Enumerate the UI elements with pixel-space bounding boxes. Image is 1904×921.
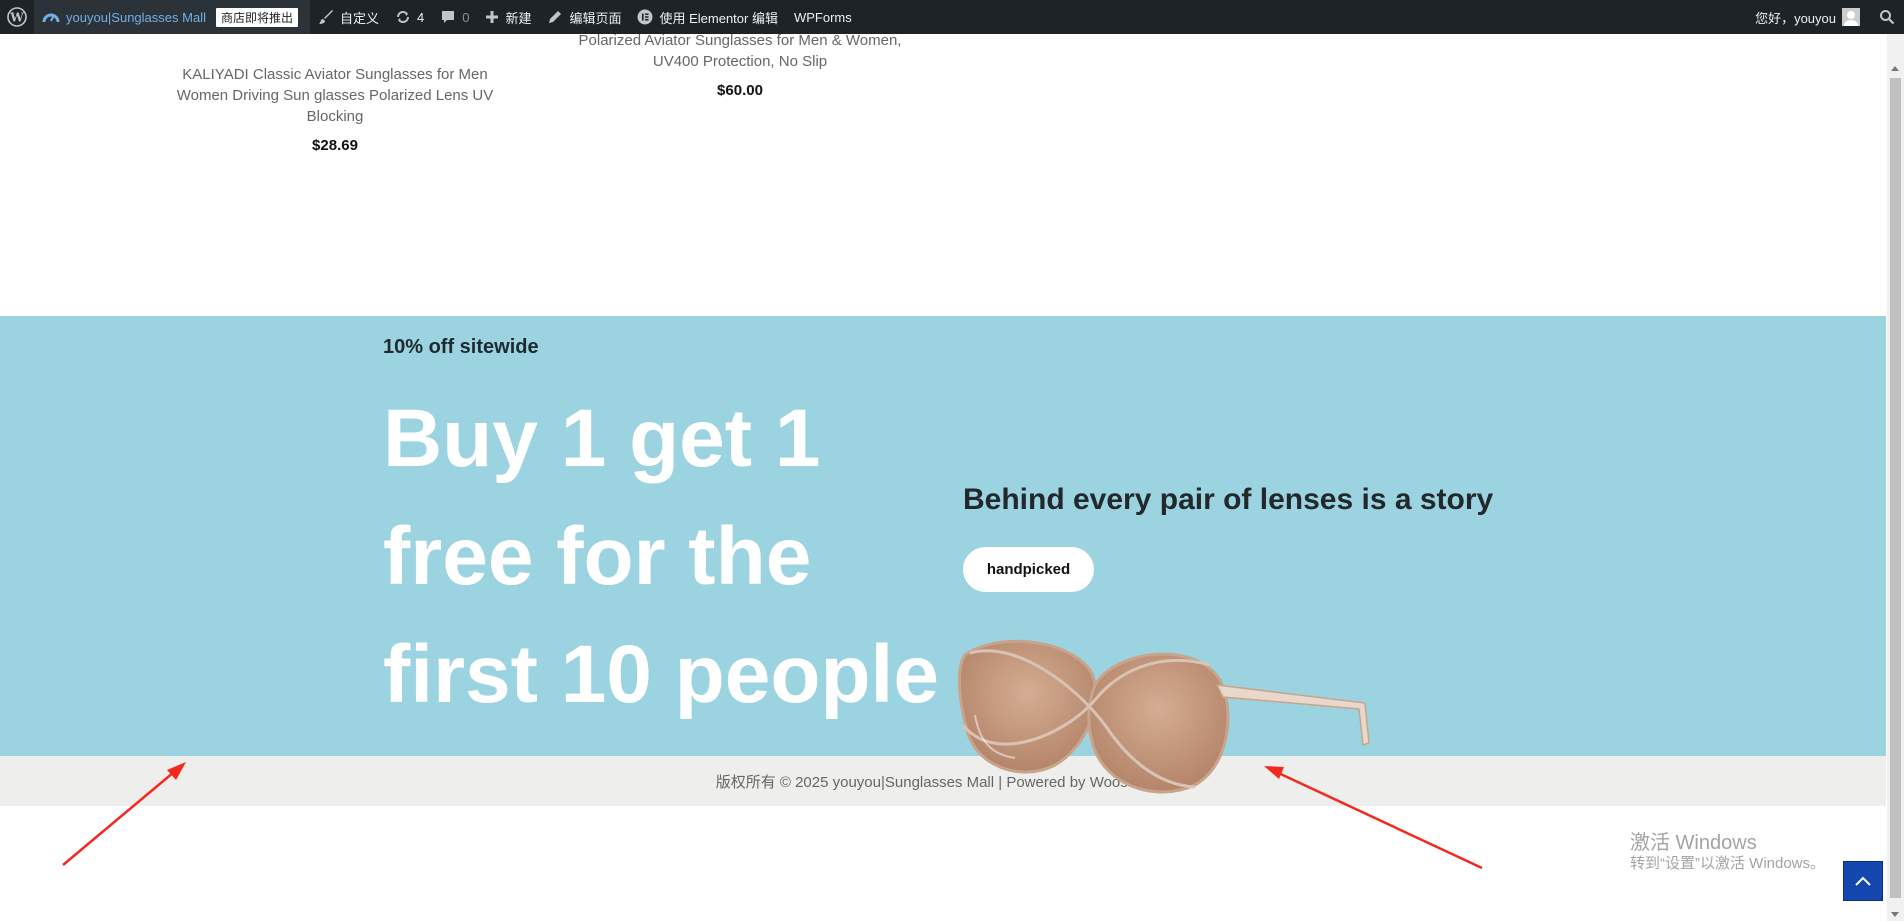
promo-headline: Buy 1 get 1 free for the first 10 people [383,393,939,720]
elementor-icon [637,9,653,25]
product-title[interactable]: Polarized Aviator Sunglasses for Men & W… [579,32,902,70]
scroll-down-arrow-icon[interactable] [1891,912,1899,917]
updates-count: 4 [416,9,425,25]
admin-bar: W youyou|Sunglasses Mall 商店即将推出 自定义 4 0 … [0,0,1904,34]
product-card[interactable]: Polarized Aviator Sunglasses for Men & W… [570,30,910,101]
edit-page-label: 编辑页面 [569,10,622,26]
coming-soon-badge[interactable]: 商店即将推出 [215,7,298,27]
site-name-menu[interactable]: youyou|Sunglasses Mall 商店即将推出 [34,0,310,34]
comments-link[interactable]: 0 [432,0,477,34]
brush-icon [318,10,333,24]
search-toggle[interactable] [1870,0,1904,34]
chevron-up-icon [1855,876,1871,886]
customize-link[interactable]: 自定义 [310,0,387,34]
product-card[interactable]: KALIYADI Classic Aviator Sunglasses for … [170,64,500,156]
site-name-label: youyou|Sunglasses Mall [66,9,206,25]
wpforms-label: WPForms [793,9,852,25]
greeting-label: 您好，youyou [1755,10,1836,26]
plus-icon [486,11,499,23]
page-scrollbar[interactable] [1887,34,1904,921]
new-label: 新建 [505,10,532,26]
svg-text:W: W [9,11,24,25]
sunglasses-image [957,639,1370,794]
story-heading: Behind every pair of lenses is a story [963,483,1494,516]
back-to-top-button[interactable] [1843,861,1883,901]
handpicked-button[interactable]: handpicked [963,547,1094,592]
customize-label: 自定义 [339,10,379,26]
search-icon [1880,10,1895,25]
windows-activation-title: 激活 Windows [1630,832,1757,854]
elementor-edit-link[interactable]: 使用 Elementor 编辑 [629,0,785,34]
product-title[interactable]: KALIYADI Classic Aviator Sunglasses for … [177,66,494,125]
wpforms-link[interactable]: WPForms [786,0,860,34]
product-price: $28.69 [312,137,358,154]
edit-page-link[interactable]: 编辑页面 [539,0,629,34]
avatar [1842,8,1860,26]
wordpress-logo-icon[interactable]: W [0,0,34,34]
scrollbar-thumb[interactable] [1890,78,1901,898]
account-menu[interactable]: 您好，youyou [1747,0,1870,34]
elementor-label: 使用 Elementor 编辑 [659,10,778,26]
comment-icon [442,11,455,23]
product-price: $60.00 [717,82,763,99]
updates-link[interactable]: 4 [387,0,432,34]
pencil-icon [549,11,562,23]
promo-subtitle: 10% off sitewide [383,336,539,358]
copyright-text: 版权所有 © 2025 youyou|Sunglasses Mall | Pow… [715,774,1171,791]
comments-count: 0 [462,9,470,25]
dashboard-icon [42,13,60,23]
new-content-link[interactable]: 新建 [477,0,539,34]
windows-activation-hint: 转到“设置”以激活 Windows。 [1630,855,1826,872]
updates-icon [396,11,409,23]
scroll-up-arrow-icon[interactable] [1891,66,1899,71]
